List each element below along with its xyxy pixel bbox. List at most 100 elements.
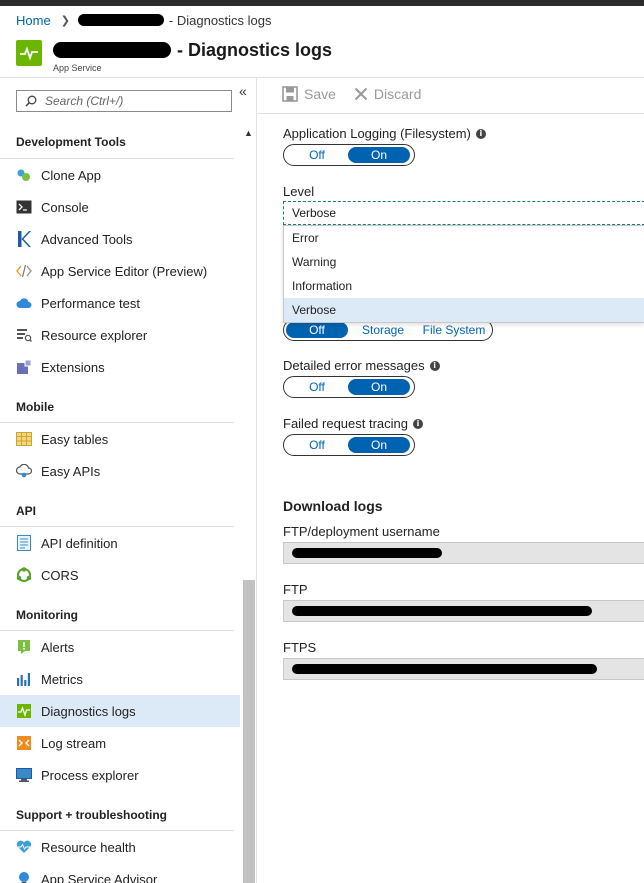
sidebar: « ▲ Development Tools Clone App Console … <box>0 78 257 883</box>
failed-request-on-option[interactable]: On <box>348 437 410 453</box>
app-logging-on-option[interactable]: On <box>348 147 410 163</box>
sidebar-item-diagnostics-logs[interactable]: Diagnostics logs <box>0 695 240 727</box>
metrics-icon <box>16 671 32 687</box>
ftps-url-field[interactable] <box>283 658 644 680</box>
group-support-troubleshooting: Support + troubleshooting <box>0 800 234 831</box>
breadcrumb-home-link[interactable]: Home <box>16 13 51 28</box>
sidebar-item-performance-test[interactable]: Performance test <box>0 287 240 319</box>
sidebar-item-resource-explorer[interactable]: Resource explorer <box>0 319 240 351</box>
breadcrumb: Home ❯ - Diagnostics logs <box>16 12 272 28</box>
web-logging-off-option[interactable]: Off <box>286 322 348 338</box>
scroll-thumb[interactable] <box>243 580 255 883</box>
sidebar-item-process-explorer[interactable]: Process explorer <box>0 759 240 791</box>
ftp-label: FTP <box>283 582 308 597</box>
level-label: Level <box>283 184 315 199</box>
level-option-warning[interactable]: Warning <box>284 250 644 274</box>
search-box[interactable] <box>16 90 232 112</box>
sidebar-item-resource-health[interactable]: Resource health <box>0 831 240 863</box>
sidebar-item-cors[interactable]: CORS <box>0 559 240 591</box>
breadcrumb-current: - Diagnostics logs <box>168 12 272 28</box>
sidebar-item-metrics[interactable]: Metrics <box>0 663 240 695</box>
failed-request-toggle: Off On <box>283 434 415 456</box>
web-logging-filesystem-option[interactable]: File System <box>418 322 490 338</box>
code-editor-icon <box>16 263 32 279</box>
advisor-icon <box>16 871 32 883</box>
download-logs-title: Download logs <box>283 498 383 514</box>
ftp-url-field[interactable] <box>283 600 644 622</box>
detailed-errors-off-option[interactable]: Off <box>286 379 348 395</box>
discard-button[interactable]: Discard <box>354 86 421 102</box>
info-icon[interactable]: i <box>429 360 440 371</box>
sidebar-item-app-service-advisor[interactable]: App Service Advisor <box>0 863 240 883</box>
search-input[interactable] <box>45 94 225 108</box>
app-logging-off-option[interactable]: Off <box>286 147 348 163</box>
level-option-information[interactable]: Information <box>284 274 644 298</box>
search-icon <box>25 95 37 107</box>
sidebar-item-api-definition[interactable]: API definition <box>0 527 240 559</box>
group-development-tools: Development Tools <box>0 127 234 159</box>
diagnostics-logs-icon <box>16 703 32 719</box>
breadcrumb-chevron-icon: ❯ <box>60 14 70 27</box>
main-panel: Save Discard Application Logging (Filesy… <box>258 78 644 883</box>
page-title: - Diagnostics logs <box>53 40 332 60</box>
page-subtitle: App Service <box>53 63 102 73</box>
sidebar-item-console[interactable]: Console <box>0 191 240 223</box>
toolbar: Save Discard <box>282 86 439 102</box>
ftp-username-field[interactable] <box>283 542 644 564</box>
detailed-errors-on-option[interactable]: On <box>348 379 410 395</box>
toolbar-divider <box>258 113 644 114</box>
collapse-sidebar-icon[interactable]: « <box>239 83 247 99</box>
api-definition-icon <box>16 535 32 551</box>
kudu-icon <box>16 231 32 247</box>
group-api: API <box>0 496 234 527</box>
sidebar-nav: Development Tools Clone App Console Adva… <box>0 127 240 883</box>
sidebar-item-extensions[interactable]: Extensions <box>0 351 240 383</box>
ftp-username-label: FTP/deployment username <box>283 524 440 539</box>
redacted-ftps-url <box>292 664 597 674</box>
failed-request-label: Failed request tracing i <box>283 416 424 431</box>
redacted-ftp-url <box>292 606 592 616</box>
sidebar-item-app-service-editor[interactable]: App Service Editor (Preview) <box>0 255 240 287</box>
ftps-label: FTPS <box>283 640 317 655</box>
alert-icon <box>16 639 32 655</box>
heart-icon <box>16 839 32 855</box>
app-logging-label: Application Logging (Filesystem) i <box>283 126 486 141</box>
group-monitoring: Monitoring <box>0 600 234 631</box>
scroll-up-icon[interactable]: ▲ <box>244 128 253 138</box>
console-icon <box>16 199 32 215</box>
sidebar-item-log-stream[interactable]: Log stream <box>0 727 240 759</box>
level-option-verbose[interactable]: Verbose <box>284 298 644 322</box>
save-button[interactable]: Save <box>282 86 336 102</box>
cloud-api-icon <box>16 463 32 479</box>
cors-icon <box>16 567 32 583</box>
sidebar-item-clone-app[interactable]: Clone App <box>0 159 240 191</box>
save-icon <box>282 86 298 102</box>
extensions-icon <box>16 359 32 375</box>
sidebar-item-advanced-tools[interactable]: Advanced Tools <box>0 223 240 255</box>
cloud-icon <box>16 295 32 311</box>
resource-explorer-icon <box>16 327 32 343</box>
level-option-error[interactable]: Error <box>284 226 644 250</box>
table-icon <box>16 431 32 447</box>
level-select[interactable]: Verbose <box>283 201 644 225</box>
info-icon[interactable]: i <box>475 128 486 139</box>
info-icon[interactable]: i <box>413 418 424 429</box>
top-strip <box>0 0 644 6</box>
app-service-icon <box>16 40 42 66</box>
web-logging-storage-option[interactable]: Storage <box>348 322 418 338</box>
group-mobile: Mobile <box>0 392 234 423</box>
redacted-ftp-username <box>292 548 442 558</box>
detailed-errors-label: Detailed error messages i <box>283 358 440 373</box>
detailed-errors-toggle: Off On <box>283 376 415 398</box>
sidebar-item-easy-apis[interactable]: Easy APIs <box>0 455 240 487</box>
close-icon <box>354 87 368 101</box>
failed-request-off-option[interactable]: Off <box>286 437 348 453</box>
app-logging-toggle: Off On <box>283 144 415 166</box>
redacted-app-name <box>77 14 164 26</box>
level-dropdown-list: Error Warning Information Verbose <box>283 225 644 323</box>
sidebar-item-easy-tables[interactable]: Easy tables <box>0 423 240 455</box>
process-explorer-icon <box>16 767 32 783</box>
log-stream-icon <box>16 735 32 751</box>
sidebar-item-alerts[interactable]: Alerts <box>0 631 240 663</box>
page-header: - Diagnostics logs App Service <box>16 40 332 73</box>
